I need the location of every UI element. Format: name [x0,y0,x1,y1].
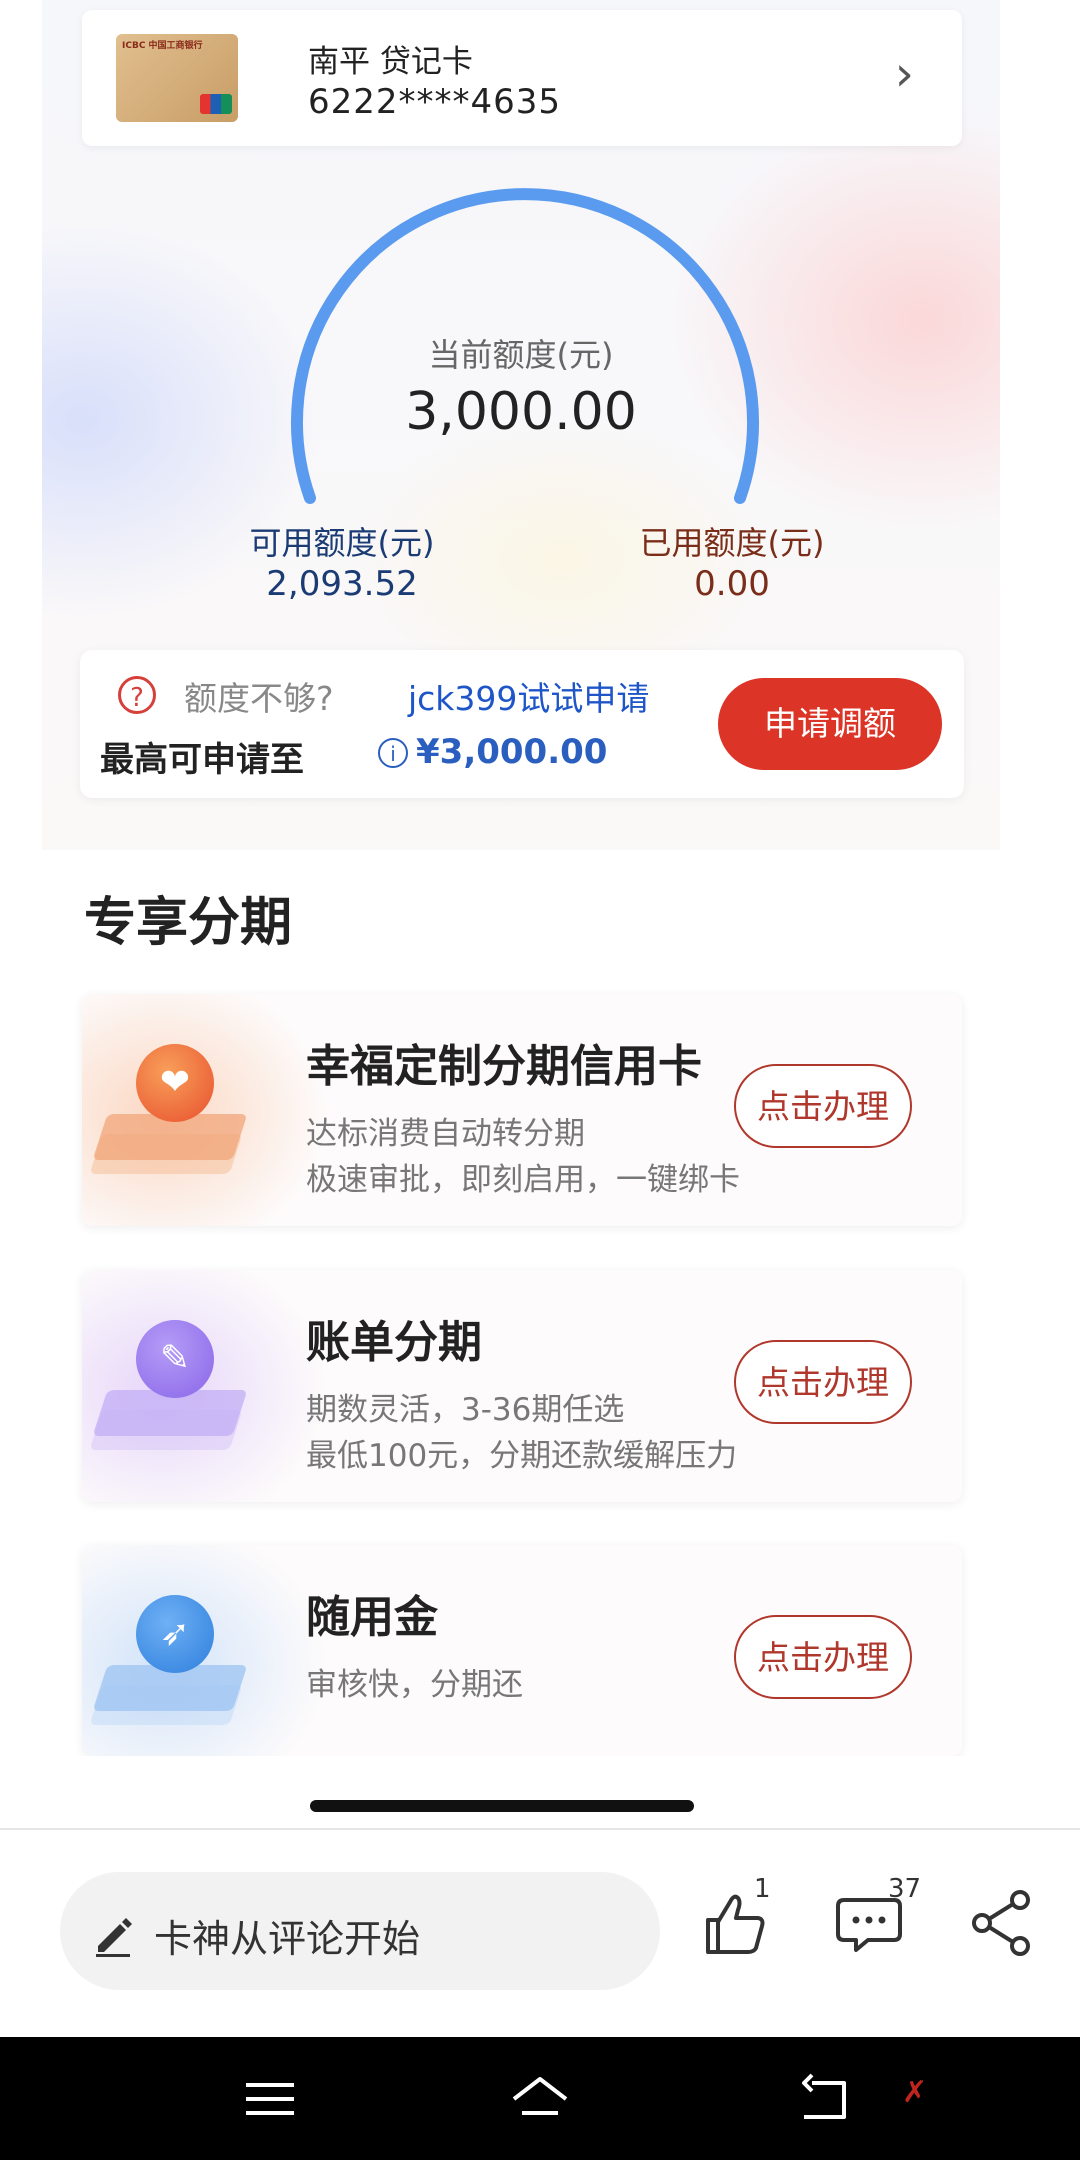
apply-now-button[interactable]: 点击办理 [734,1340,912,1424]
rocket-icon: ➶ [136,1595,214,1673]
current-limit-label: 当前额度(元) [428,336,614,374]
product-title: 账单分期 [306,1317,482,1368]
limit-gauge [291,188,759,504]
product-desc-1: 期数灵活，3-36期任选 [306,1392,625,1428]
share-icon[interactable] [970,1888,1034,1958]
comment-bar: 卡神从评论开始 1 37 [0,1830,1080,2037]
section-title: 专享分期 [84,893,293,953]
apply-increase-button[interactable]: 申请调额 [718,678,942,770]
used-limit-label: 已用额度(元) [639,524,825,562]
home-icon[interactable] [508,2067,572,2131]
back-icon[interactable] [792,2067,856,2131]
quota-increase-card: ? 额度不够? jck399试试申请 最高可申请至 i ¥3,000.00 申请… [80,650,964,798]
screenshot-area: ICBC 中国工商银行 南平 贷记卡 6222****4635 › 当前额度(元… [42,0,1000,1756]
apply-now-button[interactable]: 点击办理 [734,1615,912,1699]
like-count: 1 [754,1874,771,1904]
max-apply-value: ¥3,000.00 [416,732,608,772]
product-desc-2: 极速审批，即刻启用，一键绑卡 [306,1162,740,1198]
info-icon[interactable]: i [378,738,408,768]
comment-placeholder: 卡神从评论开始 [154,1917,421,1961]
heart-icon: ❤ [136,1044,214,1122]
home-indicator [310,1800,694,1812]
product-title: 随用金 [306,1592,438,1643]
comment-count: 37 [888,1874,922,1904]
max-apply-label: 最高可申请至 [100,740,304,780]
product-desc-1: 审核快，分期还 [306,1667,523,1703]
product-card-cash-loan[interactable]: ➶ 随用金 审核快，分期还 点击办理 [82,1545,962,1756]
used-limit-value: 0.00 [694,564,770,604]
available-limit-label: 可用额度(元) [249,524,435,562]
current-limit-value: 3,000.00 [405,382,637,442]
watermark-overlay-text: jck399试试申请 [408,679,650,718]
product-title: 幸福定制分期信用卡 [306,1041,702,1092]
apply-now-button[interactable]: 点击办理 [734,1064,912,1148]
comment-input[interactable]: 卡神从评论开始 [60,1872,660,1990]
pen-icon: ✎ [136,1320,214,1398]
product-desc-1: 达标消费自动转分期 [306,1116,585,1152]
watermark-logo-icon: ✗ [902,2075,928,2110]
menu-icon[interactable] [238,2067,302,2131]
system-navigation-bar: ✗ [0,2037,1080,2160]
question-icon: ? [118,676,156,714]
product-card-installment-card[interactable]: ❤ 幸福定制分期信用卡 达标消费自动转分期 极速审批，即刻启用，一键绑卡 点击办… [82,994,962,1226]
edit-icon [96,1918,132,1957]
credit-hero: ICBC 中国工商银行 南平 贷记卡 6222****4635 › 当前额度(元… [42,0,1000,850]
product-desc-2: 最低100元，分期还款缓解压力 [306,1438,738,1474]
quota-prompt: 额度不够? [184,679,334,718]
product-card-bill-installment[interactable]: ✎ 账单分期 期数灵活，3-36期任选 最低100元，分期还款缓解压力 点击办理 [82,1270,962,1502]
available-limit-value: 2,093.52 [266,564,418,604]
